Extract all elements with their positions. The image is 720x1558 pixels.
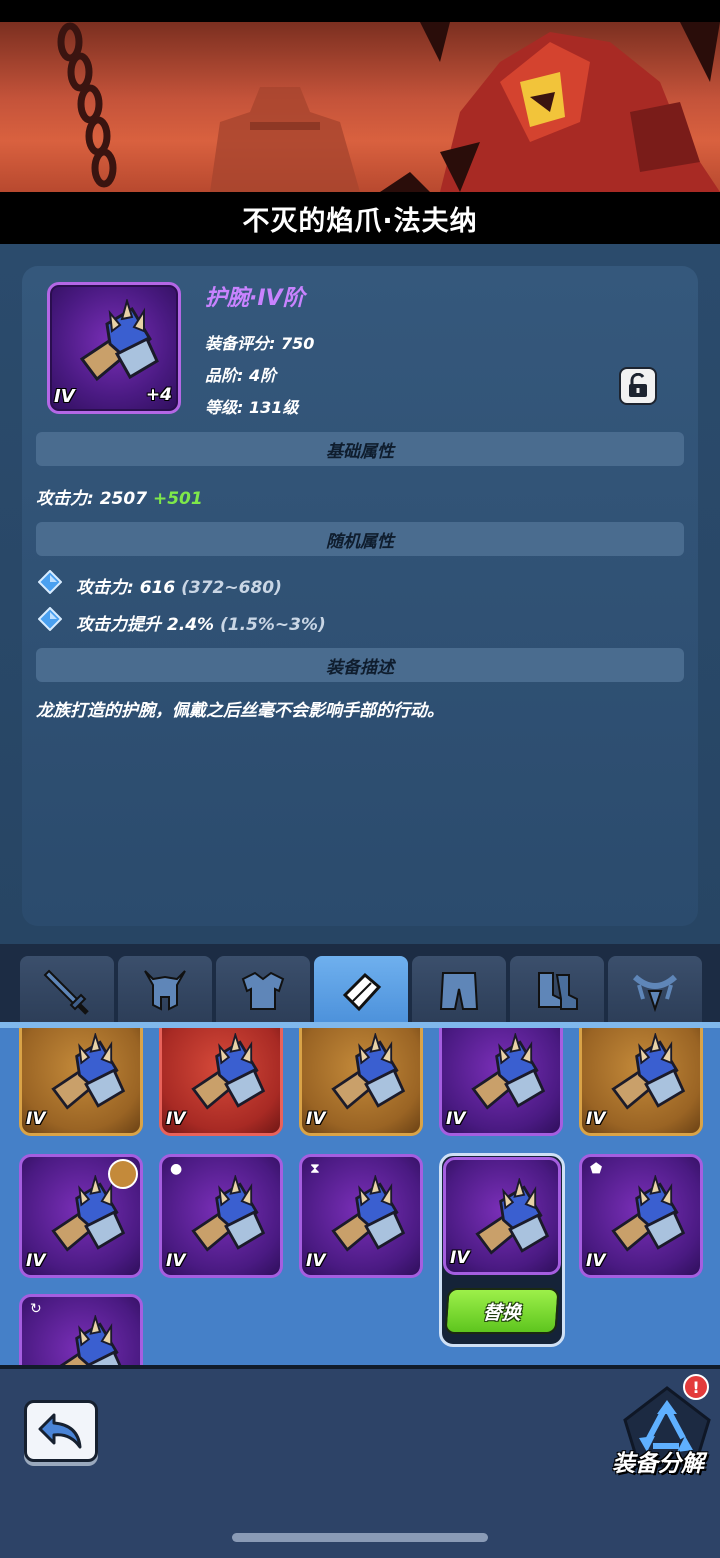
bracer-icon [51,1175,125,1252]
dragon-hero-art [380,22,720,192]
bracer-icon [611,1033,685,1110]
slot-tier: IV [586,1109,606,1129]
random-attr-2-value: 攻击力提升 2.4% [76,615,215,635]
chain-decoration [57,22,117,188]
slot-tier: IV [446,1109,466,1129]
item-tier-badge: IV [54,386,75,407]
bracer-icon [51,1315,125,1365]
bracer-icon [191,1033,265,1110]
slot-tier: IV [586,1251,606,1271]
bracer-icon [331,1175,405,1252]
item-level: 等级: 131级 [205,398,299,417]
castle-silhouette [210,87,360,192]
tab-pants[interactable] [412,956,506,1026]
desc-title: 装备描述 [326,657,394,678]
lock-button[interactable] [619,367,657,405]
dismantle-label[interactable]: 装备分解 [612,1444,704,1478]
inventory-slot[interactable]: IV [579,1022,703,1136]
tab-weapon[interactable] [20,956,114,1026]
hero-title: 不灭的焰爪·法夫纳 [242,205,478,237]
bracer-icon [475,1178,549,1255]
item-name: 护腕·IV阶 [205,286,305,311]
item-description: 龙族打造的护腕，佩戴之后丝毫不会影响手部的行动。 [36,701,444,721]
inventory-slot[interactable]: ⬟ IV [579,1154,703,1278]
slot-tier: IV [26,1109,46,1129]
random-attr-line-1: 攻击力: 616 (372~680) [76,573,282,598]
slot-tier: IV [166,1251,186,1271]
slot-tier: IV [306,1251,326,1271]
random-attr-line-2: 攻击力提升 2.4% (1.5%~3%) [76,610,326,635]
inventory-slot[interactable]: ● IV [159,1154,283,1278]
bracer-tab-icon [342,972,382,1012]
tab-bracer[interactable] [314,956,408,1026]
tab-boots[interactable] [510,956,604,1026]
inventory-slot[interactable]: IV [439,1022,563,1136]
inventory-slot[interactable]: IV [299,1022,423,1136]
bracer-icon [471,1033,545,1110]
hero-banner [0,22,720,192]
grid-top-divider [0,1022,720,1028]
desc-header: 装备描述 [36,648,684,682]
slot-tier: IV [450,1248,470,1268]
hourglass-icon: ⧗ [310,1161,320,1177]
home-indicator [232,1533,488,1542]
bracer-icon [51,1033,125,1110]
feather-icon: ● [170,1161,183,1177]
alert-badge: ! [683,1374,709,1400]
bracer-icon [79,299,159,382]
tab-armor[interactable] [216,956,310,1026]
base-attr-value: 攻击力: 2507 [36,489,148,509]
base-attr-header: 基础属性 [36,432,684,466]
base-attr-bonus: +501 [152,489,203,509]
bracer-icon [191,1175,265,1252]
inventory-slot[interactable]: IV [19,1154,143,1278]
sword-icon [43,969,89,1015]
equipment-grid: IV IV IV IV IV IV ● IV ⧗ IV ⬟ IV ↻ [0,1022,720,1365]
diamond-icon [38,607,62,631]
random-attr-1-range: (372~680) [181,578,282,598]
random-attr-1-value: 攻击力: 616 [76,578,176,598]
item-plus-level: +4 [145,385,172,405]
item-grade: 品阶: 4阶 [205,366,277,385]
helmet-icon [144,970,186,1011]
inventory-slot[interactable]: ↻ [19,1294,143,1365]
slot-tier: IV [166,1109,186,1129]
bracer-icon [331,1033,405,1110]
base-attr-line: 攻击力: 2507 +501 [36,484,203,509]
pants-icon [439,972,479,1010]
status-bar [0,0,720,22]
replace-label: 替换 [482,1301,522,1324]
inventory-slot[interactable]: IV [159,1022,283,1136]
tab-necklace[interactable] [608,956,702,1026]
item-icon-frame: IV +4 [47,282,181,414]
shield-icon: ⬟ [590,1161,603,1177]
back-arrow-icon [38,1413,82,1449]
inventory-slot[interactable]: IV [19,1022,143,1136]
inventory-slot[interactable]: ⧗ IV [299,1154,423,1278]
item-score: 装备评分: 750 [205,334,315,353]
diamond-icon [38,570,62,594]
boots-icon [538,972,578,1010]
back-button[interactable] [24,1400,98,1462]
hero-avatar-badge [108,1159,138,1189]
unlock-icon [629,373,647,397]
bracer-icon [611,1175,685,1252]
slot-tier: IV [306,1109,326,1129]
replace-button[interactable]: 替换 [444,1288,560,1334]
random-attr-title: 随机属性 [326,531,394,552]
necklace-icon [632,974,678,1013]
cycle-icon: ↻ [30,1301,42,1317]
slot-tier: IV [26,1251,46,1271]
tab-helmet[interactable] [118,956,212,1026]
selected-inventory-slot[interactable]: IV [443,1157,561,1275]
random-attr-2-range: (1.5%~3%) [220,615,326,635]
hero-title-bar: 不灭的焰爪·法夫纳 [0,192,720,244]
armor-icon [241,971,285,1010]
base-attr-title: 基础属性 [326,441,394,462]
random-attr-header: 随机属性 [36,522,684,556]
